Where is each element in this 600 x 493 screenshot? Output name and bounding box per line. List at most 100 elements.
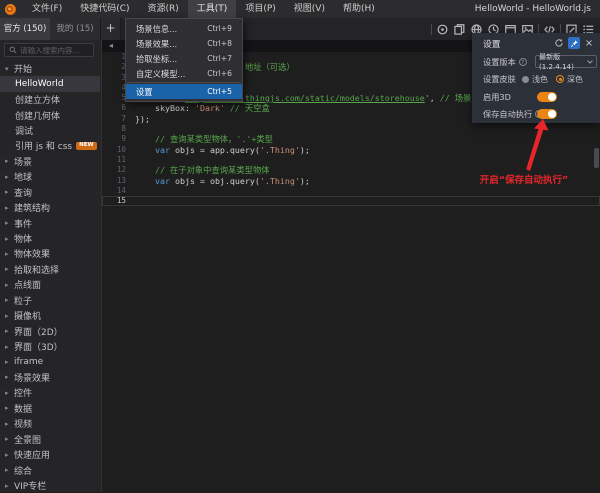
chevron-right-icon: ▸ — [5, 404, 14, 412]
dropdown-item-scene-info[interactable]: 场景信息...Ctrl+9 — [126, 21, 242, 36]
tree-item[interactable]: HelloWorld — [0, 76, 100, 91]
tree-item[interactable]: ▸综合 — [0, 462, 100, 477]
tree-item[interactable]: ▸摄像机 — [0, 308, 100, 323]
skin-radio-group: 浅色深色 — [522, 74, 591, 85]
tree-item[interactable]: ▸场景效果 — [0, 370, 100, 385]
search-icon — [9, 46, 17, 54]
copy-icon[interactable] — [451, 18, 468, 40]
refresh-icon[interactable] — [553, 37, 565, 49]
chevron-right-icon: ▸ — [5, 173, 14, 181]
tree-item[interactable]: ▸VIP专栏 — [0, 478, 100, 493]
annotation-text: 开启“保存自动执行” — [466, 172, 582, 186]
dropdown-item-custom-model[interactable]: 自定义模型...Ctrl+6 — [126, 66, 242, 81]
tree-item[interactable]: ▸界面（2D） — [0, 323, 100, 338]
line-number: 9 — [102, 134, 126, 144]
tree-item-label: 事件 — [14, 217, 32, 230]
tab-scroll-left-button[interactable]: ◂ — [105, 40, 117, 52]
code-line[interactable]: 11 — [102, 155, 600, 165]
tree-item[interactable]: ▸全景图 — [0, 432, 100, 447]
tree-item[interactable]: ▸数据 — [0, 401, 100, 416]
tree-item[interactable]: ▸视频 — [0, 416, 100, 431]
tree-item[interactable]: ▸拾取和选择 — [0, 262, 100, 277]
tree-item[interactable]: ▸物体效果 — [0, 246, 100, 261]
tree-item-label: 综合 — [14, 464, 32, 477]
tree-item-label: 引用 js 和 css — [15, 139, 72, 152]
line-number: 11 — [102, 155, 126, 165]
menubar-item-snippets[interactable]: 快捷代码(C) — [71, 0, 138, 18]
tree-item[interactable]: ▸粒子 — [0, 293, 100, 308]
code-text: }); — [135, 114, 150, 124]
radio-unselected[interactable] — [522, 76, 529, 83]
tree-item[interactable]: 引用 js 和 cssNEW — [0, 138, 100, 153]
tree-item[interactable]: ▸快速应用 — [0, 447, 100, 462]
tree-item[interactable]: 创建几何体 — [0, 107, 100, 122]
chevron-right-icon: ▸ — [5, 250, 14, 258]
tree-item[interactable]: ▸iframe — [0, 354, 100, 369]
dropdown-item-settings[interactable]: 设置Ctrl+5 — [126, 84, 242, 99]
menubar-item-help[interactable]: 帮助(H) — [334, 0, 384, 18]
pin-icon[interactable] — [568, 37, 580, 49]
tree-item[interactable]: ▸地球 — [0, 169, 100, 184]
example-tree: ▾开始HelloWorld创建立方体创建几何体调试引用 js 和 cssNEW▸… — [0, 61, 100, 492]
tree-item[interactable]: ▸界面（3D） — [0, 339, 100, 354]
code-line[interactable]: 9 // 查询某类型物体，'.'+类型 — [102, 134, 600, 144]
menubar-item-project[interactable]: 项目(P) — [236, 0, 284, 18]
dropdown-item-shortcut: Ctrl+7 — [207, 54, 232, 63]
code-text: var objs = obj.query('.Thing'); — [135, 176, 310, 186]
dropdown-item-scene-effects[interactable]: 场景效果...Ctrl+8 — [126, 36, 242, 51]
tree-item-label: 全景图 — [14, 433, 41, 446]
tree-item[interactable]: ▸建筑结构 — [0, 200, 100, 215]
line-number: 13 — [102, 176, 126, 186]
settings-panel-title: 设置 — [483, 37, 501, 50]
line-number: 14 — [102, 186, 126, 196]
chevron-right-icon: ▸ — [5, 296, 14, 304]
chevron-right-icon: ▸ — [5, 373, 14, 381]
tree-item-label: VIP专栏 — [14, 479, 46, 492]
tree-item[interactable]: ▸物体 — [0, 231, 100, 246]
code-line[interactable]: 8 — [102, 124, 600, 134]
version-select[interactable]: 最新版(1.2.4.14) — [535, 55, 597, 68]
tree-item-label: iframe — [14, 357, 43, 367]
menubar-item-view[interactable]: 视图(V) — [285, 0, 334, 18]
tree-item[interactable]: ▸场景 — [0, 154, 100, 169]
tree-item-label: 创建立方体 — [15, 93, 60, 106]
settings-label: 设置版本 — [483, 56, 516, 68]
menubar: 文件(F)快捷代码(C)资源(R)工具(T)项目(P)视图(V)帮助(H) He… — [0, 0, 600, 18]
editor-scrollbar-thumb[interactable] — [594, 148, 599, 168]
app-logo-icon — [5, 4, 16, 15]
tree-item[interactable]: ▸控件 — [0, 385, 100, 400]
tab-official[interactable]: 官方 (150) — [0, 18, 50, 40]
tree-item[interactable]: 创建立方体 — [0, 92, 100, 107]
dropdown-item-label: 场景信息... — [136, 23, 177, 35]
enable-3d-toggle[interactable] — [537, 92, 557, 102]
menubar-item-tools[interactable]: 工具(T) — [188, 0, 237, 18]
code-line[interactable]: 15 — [102, 196, 600, 206]
tree-item[interactable]: ▸事件 — [0, 215, 100, 230]
radio-selected[interactable] — [556, 75, 564, 83]
tree-item[interactable]: ▸查询 — [0, 185, 100, 200]
dropdown-item-pick-coords[interactable]: 拾取坐标...Ctrl+7 — [126, 51, 242, 66]
new-tab-button[interactable]: + — [100, 18, 121, 40]
tree-item[interactable]: ▾开始 — [0, 61, 100, 76]
tab-mine[interactable]: 我的 (15) — [50, 18, 100, 40]
line-number: 1 — [102, 52, 126, 62]
menubar-item-file[interactable]: 文件(F) — [23, 0, 71, 18]
code-line[interactable]: 10 var objs = app.query('.Thing'); — [102, 145, 600, 155]
search-input[interactable] — [20, 46, 89, 55]
close-icon[interactable]: × — [583, 37, 595, 49]
settings-panel-header-icons: × — [553, 37, 595, 49]
info-icon[interactable]: ? — [519, 58, 527, 66]
chevron-right-icon: ▸ — [5, 157, 14, 165]
code-line[interactable]: 14 — [102, 186, 600, 196]
auto-run-on-save-toggle[interactable] — [537, 109, 557, 119]
menubar-item-resources[interactable]: 资源(R) — [139, 0, 188, 18]
tree-item[interactable]: 调试 — [0, 123, 100, 138]
tree-item[interactable]: ▸点线面 — [0, 277, 100, 292]
tree-item-label: 物体效果 — [14, 247, 50, 260]
target-icon[interactable] — [434, 18, 451, 40]
chevron-right-icon: ▸ — [5, 188, 14, 196]
chevron-right-icon: ▸ — [5, 281, 14, 289]
chevron-right-icon: ▸ — [5, 265, 14, 273]
chevron-right-icon: ▸ — [5, 451, 14, 459]
settings-rows: 设置版本?最新版(1.2.4.14)设置皮肤浅色深色启用3D保存自动执行? — [472, 53, 600, 123]
